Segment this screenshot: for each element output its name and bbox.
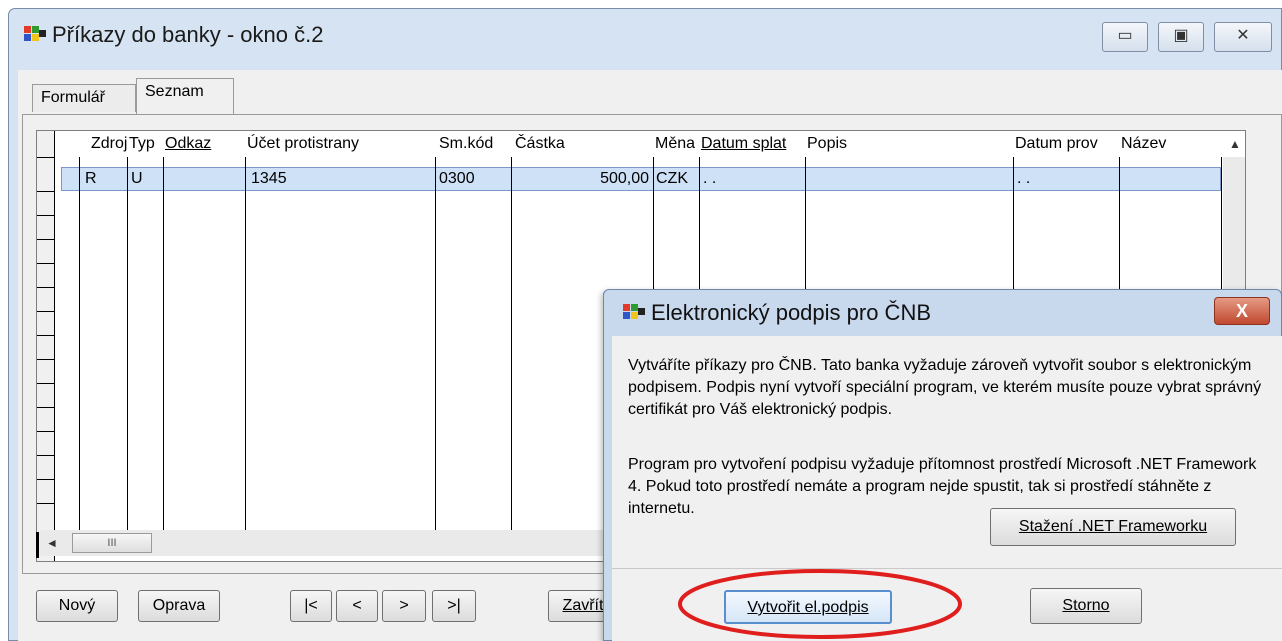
col-separator [79, 157, 80, 547]
cell-datum-splat: . . [703, 170, 717, 187]
cell-typ: U [131, 170, 143, 187]
col-header-nazev[interactable]: Název [1121, 131, 1211, 157]
restore-icon: ▣ [1173, 27, 1189, 44]
storno-button[interactable]: Storno [1030, 588, 1142, 624]
col-separator [163, 157, 164, 547]
cell-odkaz [167, 167, 243, 191]
col-separator [511, 157, 512, 547]
close-icon: ✕ [1236, 27, 1250, 44]
row-marker [37, 383, 55, 384]
dialog-close-button[interactable]: X [1214, 297, 1270, 325]
row-marker [37, 359, 55, 360]
col-header-smkod[interactable]: Sm.kód [439, 131, 515, 157]
tab-formular-label: Formulář [41, 89, 106, 106]
cell-popis [809, 167, 1009, 191]
row-indicator-column [37, 131, 55, 561]
col-header-odkaz[interactable]: Odkaz [165, 131, 245, 157]
scroll-up-icon[interactable]: ▲ [1225, 131, 1245, 157]
dialog-app-icon [623, 304, 645, 324]
col-header-zdroj[interactable]: Zdroj [91, 131, 129, 157]
scroll-thumb[interactable]: III [72, 533, 152, 553]
prev-record-button[interactable]: < [336, 590, 378, 622]
dialog-title-text: Elektronický podpis pro ČNB [651, 300, 932, 325]
row-marker [37, 287, 55, 288]
tab-formular[interactable]: Formulář [32, 84, 136, 112]
window-title-text: Příkazy do banky - okno č.2 [52, 22, 324, 47]
col-header-castka[interactable]: Částka [515, 131, 653, 157]
app-icon [24, 26, 46, 46]
col-header-datum-splat[interactable]: Datum splat [701, 131, 807, 157]
oprava-button[interactable]: Oprava [138, 590, 220, 622]
tab-seznam[interactable]: Seznam [136, 78, 234, 114]
dialog-title: Elektronický podpis pro ČNB [623, 300, 931, 326]
row-marker [37, 479, 55, 480]
cell-zdroj: R [85, 170, 97, 187]
next-record-button[interactable]: > [382, 590, 426, 622]
minimize-button[interactable]: ▭ [1102, 22, 1148, 52]
window-title: Příkazy do banky - okno č.2 [24, 22, 323, 56]
restore-button[interactable]: ▣ [1158, 22, 1204, 52]
row-marker [37, 311, 55, 312]
col-header-datum-prov[interactable]: Datum prov [1015, 131, 1119, 157]
row-marker [37, 157, 55, 158]
close-button[interactable]: ✕ [1214, 22, 1272, 52]
download-net-framework-button[interactable]: Stažení .NET Frameworku [990, 508, 1236, 546]
highlight-ellipse [678, 569, 962, 639]
row-marker [37, 335, 55, 336]
row-marker [37, 215, 55, 216]
row-marker [37, 431, 55, 432]
dialog-message-1: Vytváříte příkazy pro ČNB. Tato banka vy… [628, 357, 1262, 418]
row-pointer-marker [36, 532, 39, 558]
cell-nazev [1123, 167, 1219, 191]
close-icon: X [1235, 301, 1248, 321]
last-record-button[interactable]: >| [432, 590, 476, 622]
row-marker [37, 263, 55, 264]
cell-castka: 500,00 [600, 170, 649, 187]
col-header-ucet[interactable]: Účet protistrany [247, 131, 437, 157]
row-marker [37, 191, 55, 192]
row-marker [37, 503, 55, 504]
first-record-button[interactable]: |< [290, 590, 332, 622]
row-marker [37, 455, 55, 456]
cell-smkod: 0300 [439, 170, 475, 187]
col-separator [245, 157, 246, 547]
minimize-icon: ▭ [1117, 27, 1133, 44]
tab-seznam-label: Seznam [145, 83, 204, 100]
col-separator [435, 157, 436, 547]
row-marker [37, 239, 55, 240]
novy-button[interactable]: Nový [36, 590, 118, 622]
col-header-mena[interactable]: Měna [655, 131, 701, 157]
col-separator [127, 157, 128, 547]
col-header-typ[interactable]: Typ [129, 131, 163, 157]
col-header-popis[interactable]: Popis [807, 131, 1007, 157]
cell-ucet: 1345 [251, 170, 287, 187]
cell-datum-prov: . . [1017, 170, 1031, 187]
scroll-left-icon[interactable]: ◄ [42, 533, 62, 553]
cell-mena: CZK [656, 170, 688, 187]
row-marker [37, 407, 55, 408]
